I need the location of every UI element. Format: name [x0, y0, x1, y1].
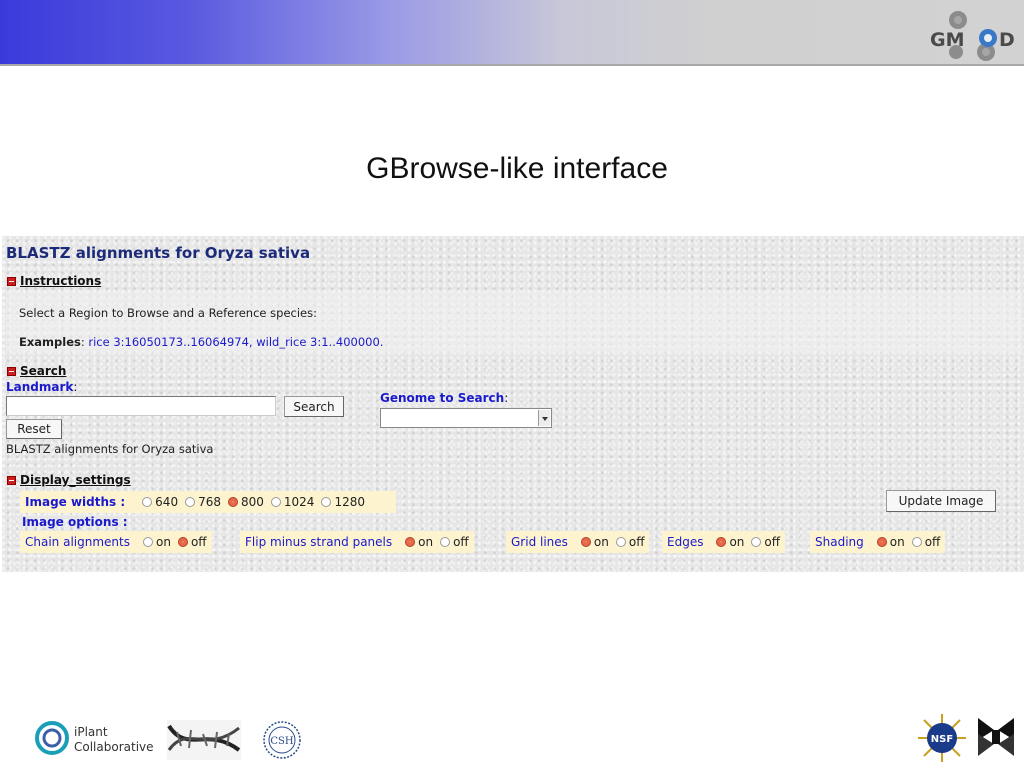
width-1024-radio[interactable]: [270, 497, 281, 507]
width-800-radio[interactable]: [227, 497, 238, 507]
landmark-label: Landmark:: [6, 380, 78, 394]
svg-text:GM: GM: [930, 29, 965, 51]
institution-logo: [978, 718, 1014, 756]
display-settings-section-toggle[interactable]: Display_settings: [7, 473, 131, 487]
search-button[interactable]: Search: [284, 396, 344, 417]
grid-lines-on-radio[interactable]: [580, 537, 591, 547]
edges-on-radio[interactable]: [716, 537, 727, 547]
collapse-icon: [7, 276, 16, 286]
chain-alignments-on-radio[interactable]: [142, 537, 153, 547]
width-640-radio[interactable]: [142, 497, 153, 507]
examples-label: Examples: [19, 335, 81, 349]
instructions-header: Instructions: [20, 274, 102, 288]
image-options-label: Image options :: [22, 515, 128, 529]
landmark-input[interactable]: [6, 396, 276, 416]
option-shading: Shading on off: [810, 531, 946, 553]
update-image-button[interactable]: Update Image: [886, 490, 996, 512]
option-flip-minus-strand: Flip minus strand panels on off: [240, 531, 474, 553]
option-chain-alignments: Chain alignments on off: [20, 531, 212, 553]
option-label: Grid lines: [511, 535, 568, 549]
display-settings-header: Display_settings: [20, 473, 131, 487]
slide-banner: GM D: [0, 0, 1024, 66]
iplant-logo: iPlant Collaborative: [35, 721, 154, 755]
nsf-text: NSF: [931, 734, 953, 745]
csh-logo: CSH: [263, 721, 301, 759]
dna-logo: [167, 720, 241, 760]
option-label: Chain alignments: [25, 535, 130, 549]
option-label: Flip minus strand panels: [245, 535, 393, 549]
svg-text:D: D: [999, 29, 1015, 51]
width-1280-radio[interactable]: [321, 497, 332, 507]
option-edges: Edges on off: [662, 531, 786, 553]
iplant-line1: iPlant: [74, 725, 108, 739]
page-heading: BLASTZ alignments for Oryza sativa: [6, 244, 311, 262]
shading-on-radio[interactable]: [876, 537, 887, 547]
option-grid-lines: Grid lines on off: [506, 531, 650, 553]
flip-minus-on-radio[interactable]: [405, 537, 416, 547]
reset-button[interactable]: Reset: [6, 419, 62, 439]
option-label: Edges: [667, 535, 704, 549]
collapse-icon: [7, 475, 16, 485]
option-label: Shading: [815, 535, 864, 549]
instructions-section-toggle[interactable]: Instructions: [7, 274, 101, 288]
example-link-wild-rice[interactable]: wild_rice 3:1..400000.: [256, 335, 383, 349]
chevron-down-icon: [538, 410, 550, 426]
flip-minus-off-radio[interactable]: [440, 537, 451, 547]
gbrowse-panel: BLASTZ alignments for Oryza sativa Instr…: [2, 236, 1024, 572]
search-header: Search: [20, 364, 67, 378]
genome-label: Genome to Search:: [380, 391, 509, 405]
example-link-rice[interactable]: rice 3:16050173..16064974: [88, 335, 249, 349]
gmod-logo: GM D: [930, 11, 1015, 61]
grid-lines-off-radio[interactable]: [615, 537, 626, 547]
examples-line: Examples: rice 3:16050173..16064974, wil…: [19, 335, 384, 349]
edges-off-radio[interactable]: [751, 537, 762, 547]
chain-alignments-off-radio[interactable]: [177, 537, 188, 547]
csh-text: CSH: [270, 736, 294, 747]
collapse-icon: [7, 366, 16, 376]
image-widths-group: Image widths : 640 768 800 1024 1280: [20, 491, 396, 513]
search-status-text: BLASTZ alignments for Oryza sativa: [6, 442, 214, 456]
instructions-text: Select a Region to Browse and a Referenc…: [19, 306, 317, 320]
width-768-radio[interactable]: [185, 497, 196, 507]
shading-off-radio[interactable]: [911, 537, 922, 547]
slide-title: GBrowse-like interface: [366, 152, 668, 185]
search-section-toggle[interactable]: Search: [7, 364, 66, 378]
iplant-line2: Collaborative: [74, 740, 154, 754]
image-widths-label: Image widths :: [25, 495, 126, 509]
nsf-logo: NSF: [918, 714, 966, 762]
genome-select[interactable]: [380, 408, 552, 428]
